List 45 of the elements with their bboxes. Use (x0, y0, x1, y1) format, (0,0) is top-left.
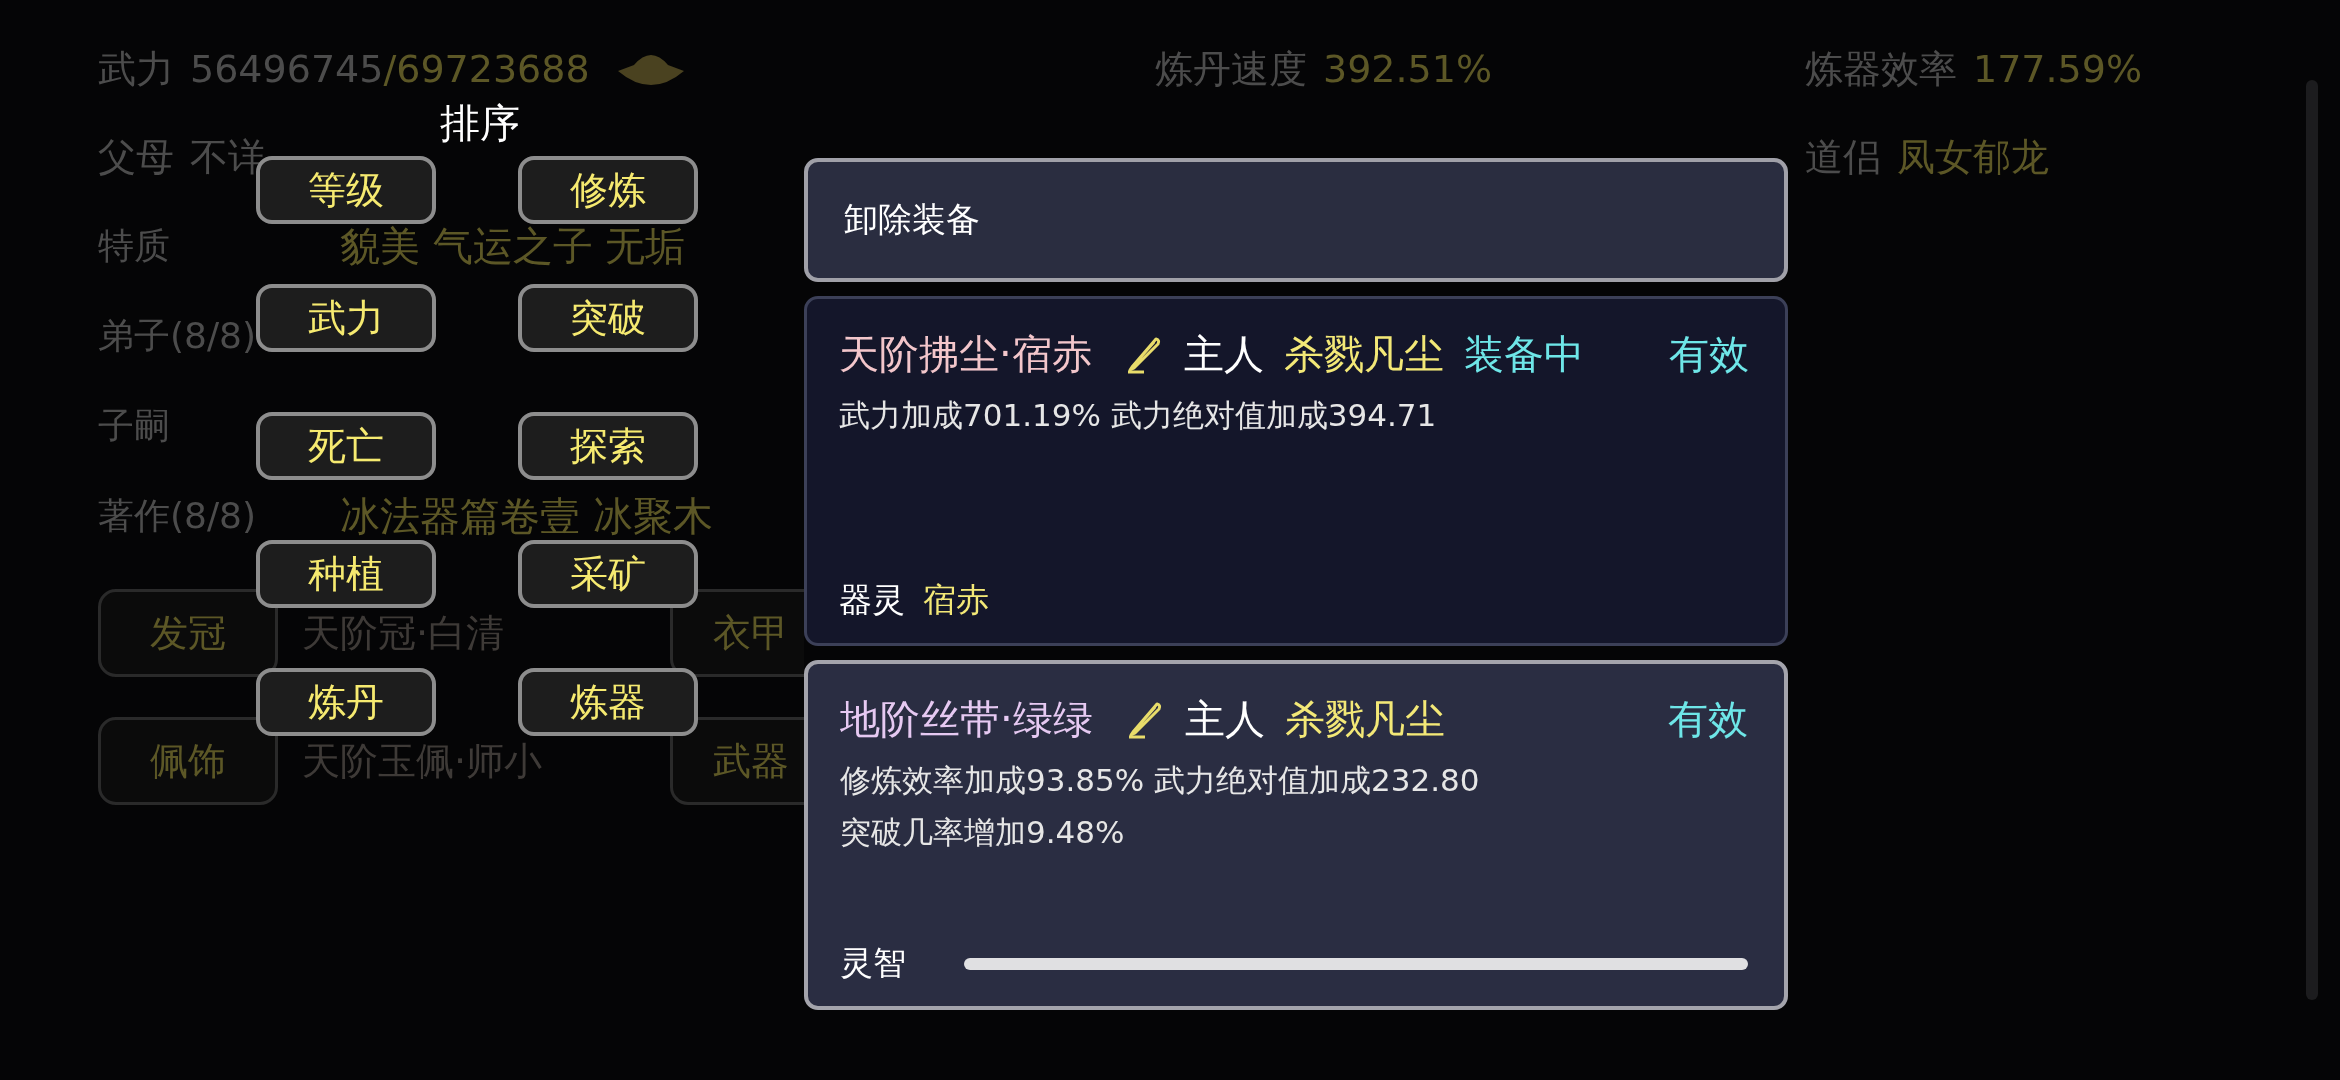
owner-label: 主人 (1183, 329, 1264, 379)
equipped-status: 装备中 (1463, 329, 1584, 379)
validity-status: 有效 (1668, 694, 1748, 744)
spirit-name: 宿赤 (923, 579, 989, 621)
sort-button[interactable]: 修炼 (518, 156, 698, 224)
info-value: 凤女郁龙 (1897, 133, 2049, 181)
owner-label: 主人 (1184, 694, 1265, 744)
equipment-card[interactable]: 地阶丝带·绿绿 主人 杀戮凡尘 有效 修炼效率加成93.85% 武力绝对值加成232.80 突破几率增加9.48% 灵智 (804, 660, 1788, 1010)
sort-button[interactable]: 突破 (518, 284, 698, 352)
detail-value: 貌美 气运之子 无垢 (340, 226, 686, 266)
sort-button[interactable]: 采矿 (518, 540, 698, 608)
detail-label: 弟子(8/8) (98, 313, 257, 358)
sort-button[interactable]: 探索 (518, 412, 698, 480)
effect-text: 武力加成701.19% 武力绝对值加成394.71 (839, 396, 1438, 435)
detail-label: 著作(8/8) (98, 493, 257, 538)
sort-button[interactable]: 炼器 (518, 668, 698, 736)
item-name: 天阶拂尘·宿赤 (839, 329, 1092, 379)
detail-label: 特质 (98, 223, 170, 268)
stat-label: 炼丹速度 (1155, 45, 1307, 93)
stat-label: 炼器效率 (1805, 45, 1957, 93)
stat-value: 392.51% (1323, 47, 1493, 91)
unequip-button[interactable]: 卸除装备 (804, 158, 1788, 282)
item-name: 地阶丝带·绿绿 (840, 694, 1093, 744)
equipment-card[interactable]: 天阶拂尘·宿赤 主人 杀戮凡尘 装备中 有效 武力加成701.19% 武力绝对值加成394.71 器灵 宿赤 (804, 296, 1788, 646)
owner-name: 杀戮凡尘 (1284, 694, 1445, 744)
info-label: 父母 (98, 133, 174, 181)
sort-button[interactable]: 炼丹 (256, 668, 436, 736)
stat-label: 武力 (98, 45, 174, 93)
info-label: 道侣 (1805, 133, 1881, 181)
effect-text: 突破几率增加9.48% (840, 813, 1126, 852)
detail-value: 冰法器篇卷壹 冰聚木 (340, 496, 713, 536)
owner-name: 杀戮凡尘 (1283, 329, 1444, 379)
slot-item: 天阶冠·白清 (302, 614, 505, 652)
power-value: 56496745/69723688 (190, 47, 590, 91)
effect-text: 修炼效率加成93.85% 武力绝对值加成232.80 (840, 761, 1481, 800)
spirit-label: 器灵 (839, 579, 905, 621)
sort-button[interactable]: 死亡 (256, 412, 436, 480)
stat-value: 177.59% (1973, 47, 2143, 91)
validity-status: 有效 (1669, 329, 1749, 379)
slot-item: 天阶玉佩·师小 (302, 742, 543, 780)
detail-label: 子嗣 (98, 403, 170, 448)
sort-title: 排序 (440, 99, 520, 148)
sort-button[interactable]: 武力 (256, 284, 436, 352)
sort-button[interactable]: 种植 (256, 540, 436, 608)
intelligence-label: 灵智 (840, 942, 906, 984)
